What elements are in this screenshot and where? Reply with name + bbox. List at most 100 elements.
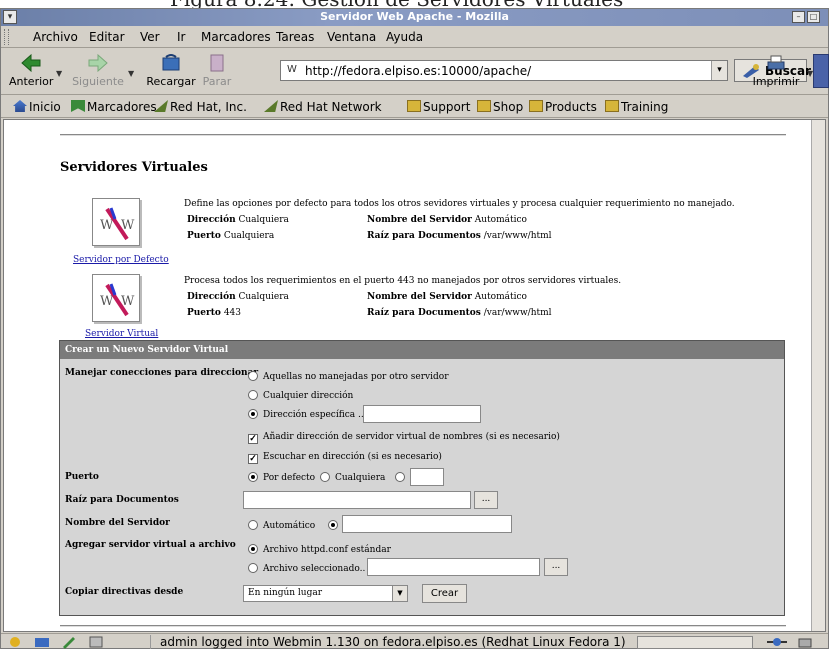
default-server-icon[interactable]: W W <box>92 198 140 246</box>
server-name-custom-radio[interactable] <box>328 520 343 531</box>
url-history-dropdown-icon[interactable]: ▾ <box>711 61 727 80</box>
stop-button[interactable]: Parar <box>199 51 235 91</box>
virtual-server-port: Puerto 443 <box>187 308 242 318</box>
document-root-browse-button[interactable]: ... <box>474 491 498 509</box>
back-button[interactable]: Anterior <box>9 51 53 91</box>
port-custom-radio[interactable] <box>395 472 410 483</box>
server-name-auto-radio[interactable]: Automático <box>248 520 315 531</box>
vertical-scrollbar[interactable] <box>811 120 825 631</box>
print-button[interactable]: Imprimir <box>751 51 801 91</box>
back-history-dropdown-icon[interactable]: ▼ <box>56 69 62 78</box>
create-button[interactable]: Crear <box>422 584 467 603</box>
address-book-icon[interactable] <box>88 635 104 649</box>
virtual-server-address: Dirección Cualquiera <box>187 292 289 302</box>
virtual-server-icon[interactable]: W W <box>92 274 140 322</box>
forward-label: Siguiente <box>72 75 124 88</box>
bookmarks-icon <box>71 100 85 112</box>
redhat-icon <box>154 100 168 112</box>
bookmark-training[interactable]: Training <box>605 100 668 114</box>
selected-file-browse-button[interactable]: ... <box>544 558 568 576</box>
bookmark-inicio-label: Inicio <box>29 100 61 114</box>
create-virtual-server-form: Crear un Nuevo Servidor Virtual Manejar … <box>59 340 785 616</box>
document-root-label: Raíz para Documentos <box>65 495 179 505</box>
document-root-input[interactable] <box>243 491 471 509</box>
handle-any-address-radio[interactable]: Cualquier dirección <box>248 390 353 401</box>
listen-address-checkbox[interactable]: ✓ Escuchar en dirección (si es necesario) <box>248 452 442 464</box>
specific-address-input[interactable] <box>363 405 481 423</box>
bookmarks-toolbar: Inicio Marcadores Red Hat, Inc. Red Hat … <box>1 96 828 118</box>
file-selected-radio[interactable]: Archivo seleccionado.. <box>248 563 365 574</box>
menu-ayuda[interactable]: Ayuda <box>386 30 423 44</box>
menu-ventana[interactable]: Ventana <box>327 30 376 44</box>
bookmark-redhat-network-label: Red Hat Network <box>280 100 382 114</box>
menu-tareas[interactable]: Tareas <box>276 30 314 44</box>
mail-icon[interactable] <box>34 635 50 649</box>
page-favicon-icon: W <box>287 64 297 75</box>
printer-icon <box>767 55 785 70</box>
server-name-input[interactable] <box>342 515 512 533</box>
window-title: Servidor Web Apache - Mozilla <box>320 10 509 23</box>
print-label: Imprimir <box>752 75 800 88</box>
mozilla-throbber-icon <box>813 54 829 88</box>
maximize-icon[interactable]: □ <box>807 11 820 23</box>
reload-button[interactable]: Recargar <box>146 51 196 91</box>
bookmark-marcadores[interactable]: Marcadores <box>71 100 157 114</box>
minimize-icon[interactable]: – <box>792 11 805 23</box>
online-status-icon[interactable] <box>765 635 789 649</box>
bottom-divider <box>60 625 786 627</box>
toolbar-grip[interactable] <box>4 29 9 45</box>
menu-ir[interactable]: Ir <box>177 30 185 44</box>
security-icon[interactable] <box>797 635 813 649</box>
bookmark-redhat-inc[interactable]: Red Hat, Inc. <box>154 100 247 114</box>
forward-button[interactable]: Siguiente <box>71 51 125 91</box>
url-bar[interactable]: W http://fedora.elpiso.es:10000/apache/ … <box>280 60 728 81</box>
port-any-radio[interactable]: Cualquiera <box>320 472 385 483</box>
content-viewport: Servidores Virtuales W W Servidor por De… <box>3 119 826 632</box>
status-bar: admin logged into Webmin 1.130 on fedora… <box>1 633 828 649</box>
chevron-down-icon[interactable]: ▼ <box>392 586 407 601</box>
composer-icon[interactable] <box>61 635 77 649</box>
file-standard-radio[interactable]: Archivo httpd.conf estándar <box>248 544 391 555</box>
menu-marcadores[interactable]: Marcadores <box>201 30 271 44</box>
bookmark-products[interactable]: Products <box>529 100 597 114</box>
bookmark-shop[interactable]: Shop <box>477 100 523 114</box>
back-label: Anterior <box>9 75 54 88</box>
selected-file-input[interactable] <box>367 558 540 576</box>
add-to-file-label: Agregar servidor virtual a archivo <box>65 540 236 550</box>
handle-unhandled-radio[interactable]: Aquellas no manejadas por otro servidor <box>248 371 449 382</box>
redhat-network-icon <box>264 100 278 112</box>
copy-directives-select[interactable]: En ningún lugar ▼ <box>243 585 408 602</box>
port-input[interactable] <box>410 468 444 486</box>
menu-editar[interactable]: Editar <box>89 30 125 44</box>
status-message: admin logged into Webmin 1.130 on fedora… <box>150 635 626 649</box>
back-arrow-icon <box>21 53 41 73</box>
page-margin <box>4 120 44 631</box>
bookmark-redhat-network[interactable]: Red Hat Network <box>264 100 382 114</box>
handle-specific-address-radio[interactable]: Dirección específica .. <box>248 409 364 420</box>
folder-icon <box>407 100 421 112</box>
reload-icon <box>162 54 180 71</box>
port-default-radio[interactable]: Por defecto <box>248 472 315 483</box>
www-icon: W W <box>100 283 135 317</box>
menu-archivo[interactable]: Archivo <box>33 30 78 44</box>
copy-directives-label: Copiar directivas desde <box>65 587 184 597</box>
url-input[interactable]: http://fedora.elpiso.es:10000/apache/ <box>305 64 531 78</box>
navigator-icon[interactable] <box>7 635 23 649</box>
forward-history-dropdown-icon[interactable]: ▼ <box>128 69 134 78</box>
bookmark-products-label: Products <box>545 100 597 114</box>
bookmark-support[interactable]: Support <box>407 100 470 114</box>
navigation-toolbar: Anterior ▼ Siguiente ▼ Recargar Parar W … <box>1 49 829 95</box>
progress-bar <box>637 636 753 649</box>
bookmark-inicio[interactable]: Inicio <box>13 100 61 114</box>
caption-text: Figura 8.24: Gestión de Servidores Virtu… <box>170 0 623 8</box>
default-server-port: Puerto Cualquiera <box>187 231 275 241</box>
bookmark-training-label: Training <box>621 100 669 114</box>
home-icon <box>13 100 27 112</box>
forward-arrow-icon <box>88 53 108 73</box>
menu-ver[interactable]: Ver <box>140 30 160 44</box>
default-server-link[interactable]: Servidor por Defecto <box>73 255 169 265</box>
bookmark-redhat-inc-label: Red Hat, Inc. <box>170 100 247 114</box>
virtual-server-link[interactable]: Servidor Virtual <box>85 329 158 339</box>
bookmark-marcadores-label: Marcadores <box>87 100 157 114</box>
add-name-virtual-checkbox[interactable]: ✓ Añadir dirección de servidor virtual de… <box>248 432 560 444</box>
